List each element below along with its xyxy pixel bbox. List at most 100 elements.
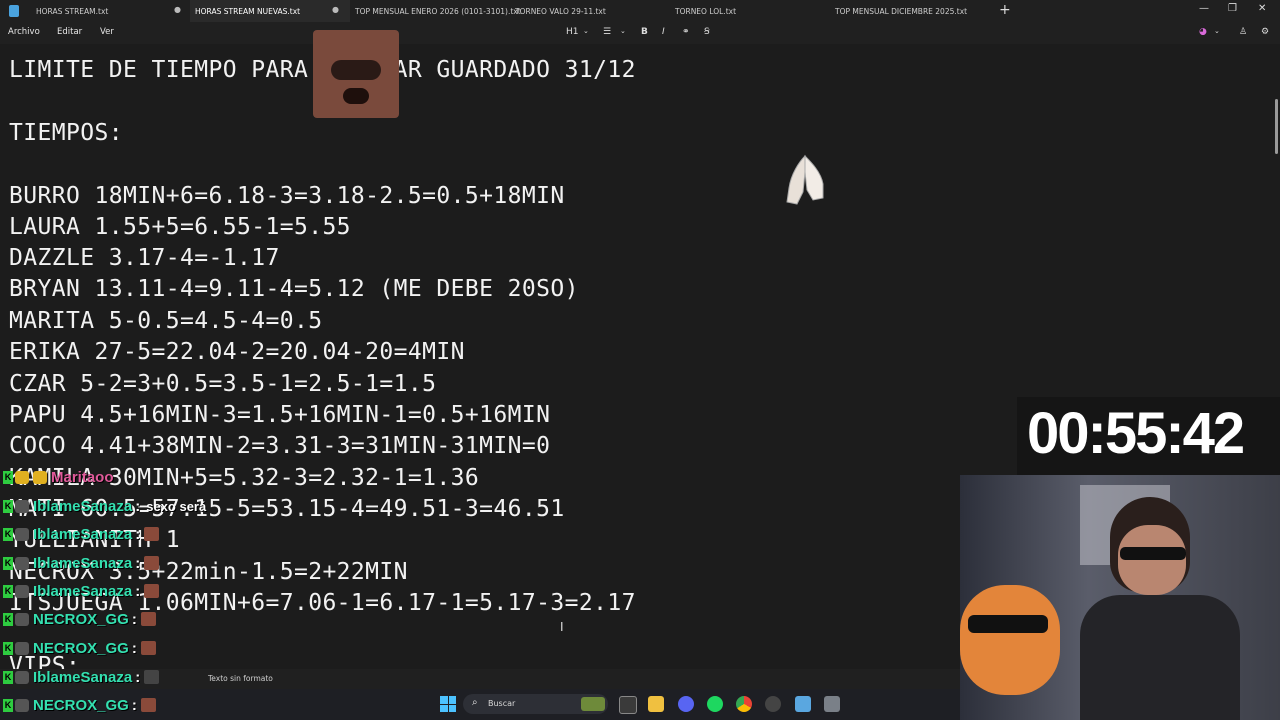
tab-horas-stream[interactable]: HORAS STREAM.txt ● — [36, 0, 191, 22]
chat-text: sexo será — [146, 498, 207, 514]
editor-line[interactable]: TIEMPOS: — [9, 120, 123, 146]
notepad-app-icon — [9, 5, 19, 17]
unsaved-dot-icon[interactable]: ● — [332, 5, 339, 14]
editor-line[interactable]: COCO 4.41+38MIN-2=3.31-3=31MIN-31MIN=0 — [9, 433, 550, 459]
chat-colon: : — [131, 639, 137, 657]
editor-line[interactable]: BURRO 18MIN+6=6.18-3=3.18-2.5=0.5+18MIN — [9, 183, 565, 209]
kick-badge-icon: K — [3, 612, 13, 626]
chat-message: K IblameSanaza : — [3, 666, 160, 688]
chat-message: K NECROX_GG : — [3, 637, 156, 659]
kick-badge-icon: K — [3, 641, 13, 655]
discord-icon[interactable] — [678, 696, 694, 712]
search-icon: ⌕ — [472, 697, 478, 708]
chat-username: IblameSanaza — [33, 525, 133, 543]
editor-line[interactable]: DAZZLE 3.17-4=-1.17 — [9, 245, 280, 271]
chat-colon: : — [131, 696, 137, 714]
emote-icon — [140, 698, 156, 712]
editor-line[interactable]: CZAR 5-2=3+0.5=3.5-1=2.5-1=1.5 — [9, 371, 436, 397]
settings-gear-icon[interactable]: ⚙ — [1261, 27, 1269, 37]
notepad-icon[interactable] — [795, 696, 811, 712]
chrome-icon[interactable] — [736, 696, 752, 712]
obs-icon[interactable] — [765, 696, 781, 712]
taskbar-search[interactable]: ⌕ Buscar — [463, 694, 608, 714]
user-badge-icon — [15, 612, 29, 626]
editor-line[interactable]: ERIKA 27-5=22.04-2=20.04-20=4MIN — [9, 339, 465, 365]
kick-badge-icon: K — [3, 556, 13, 570]
chat-message: K Maritaoo — [3, 466, 114, 488]
editor-line[interactable]: LAURA 1.55+5=6.55-1=5.55 — [9, 214, 351, 240]
chat-colon: : — [135, 497, 141, 515]
tab-label: TORNEO LOL.txt — [675, 6, 737, 16]
vertical-scrollbar[interactable] — [1275, 99, 1278, 154]
clear-format-icon[interactable]: Ꞩ — [704, 27, 710, 37]
user-badge-icon — [15, 641, 29, 655]
minimize-icon[interactable]: — — [1199, 3, 1209, 14]
spotify-icon[interactable] — [707, 696, 723, 712]
chevron-down-icon[interactable]: ⌄ — [583, 27, 589, 35]
bold-button[interactable]: B — [641, 27, 648, 37]
emote-icon — [144, 527, 160, 541]
tab-torneo-valo[interactable]: TORNEO VALO 29-11.txt — [515, 0, 670, 22]
tab-torneo-lol[interactable]: TORNEO LOL.txt — [675, 0, 830, 22]
chat-message: K IblameSanaza : — [3, 580, 160, 602]
user-badge-icon — [15, 556, 29, 570]
windows-start-icon[interactable] — [440, 696, 456, 712]
account-icon[interactable]: ♙ — [1239, 27, 1247, 37]
list-icon[interactable]: ☰ — [603, 27, 611, 37]
tab-top-mensual-diciembre[interactable]: TOP MENSUAL DICIEMBRE 2025.txt — [835, 0, 990, 22]
kick-badge-icon: K — [3, 527, 13, 541]
chat-colon: : — [135, 554, 141, 572]
unsaved-dot-icon[interactable]: ● — [174, 5, 181, 14]
kick-badge-icon: K — [3, 698, 13, 712]
new-tab-icon[interactable]: + — [999, 2, 1011, 18]
tab-horas-stream-nuevas[interactable]: HORAS STREAM NUEVAS.txt ● — [190, 0, 350, 22]
search-placeholder: Buscar — [488, 699, 516, 708]
editor-line[interactable]: PAPU 4.5+16MIN-3=1.5+16MIN-1=0.5+16MIN — [9, 402, 550, 428]
emote-icon — [144, 670, 160, 684]
tab-bar: HORAS STREAM.txt ● HORAS STREAM NUEVAS.t… — [0, 0, 1280, 22]
editor-line[interactable]: MARITA 5-0.5=4.5-4=0.5 — [9, 308, 322, 334]
chat-username: IblameSanaza — [33, 497, 133, 515]
menu-ver[interactable]: Ver — [100, 27, 114, 37]
chat-username: NECROX_GG — [33, 696, 129, 714]
user-badge-icon — [15, 584, 29, 598]
file-explorer-icon[interactable] — [648, 696, 664, 712]
chat-message: K IblameSanaza : sexo será — [3, 495, 206, 517]
menu-editar[interactable]: Editar — [57, 27, 82, 37]
tab-label: HORAS STREAM NUEVAS.txt — [195, 6, 301, 16]
format-indicator[interactable]: Texto sin formato — [208, 674, 273, 683]
italic-button[interactable]: I — [662, 27, 665, 37]
link-icon[interactable]: ⚭ — [682, 27, 690, 37]
user-badge-icon — [15, 698, 29, 712]
emote-icon — [144, 584, 160, 598]
kick-badge-icon: K — [3, 584, 13, 598]
copilot-icon[interactable]: ◕ — [1199, 27, 1207, 37]
tab-label: TORNEO VALO 29-11.txt — [515, 6, 606, 16]
tab-label: TOP MENSUAL DICIEMBRE 2025.txt — [835, 6, 968, 16]
calculator-icon[interactable] — [824, 696, 840, 712]
editor-line[interactable]: BRYAN 13.11-4=9.11-4=5.12 (ME DEBE 20SO) — [9, 276, 579, 302]
chat-message: K IblameSanaza : — [3, 523, 160, 545]
kick-badge-icon: K — [3, 670, 13, 684]
emote-icon — [140, 612, 156, 626]
tab-label: TOP MENSUAL ENERO 2026 (0101-3101).txt — [355, 6, 521, 16]
chat-colon: : — [135, 582, 141, 600]
chat-message: K NECROX_GG : — [3, 608, 156, 630]
close-icon[interactable]: ✕ — [1258, 3, 1266, 14]
chat-colon: : — [135, 525, 141, 543]
subscriber-badge-icon — [15, 470, 29, 484]
stream-timer: 00:55:42 — [1027, 401, 1245, 466]
gift-badge-icon — [33, 470, 47, 484]
chat-username: IblameSanaza — [33, 582, 133, 600]
restore-icon[interactable]: ❐ — [1228, 3, 1237, 14]
chat-username: Maritaoo — [51, 468, 114, 486]
chevron-down-icon[interactable]: ⌄ — [620, 27, 626, 35]
heading-dropdown[interactable]: H1 — [566, 27, 579, 37]
chevron-down-icon[interactable]: ⌄ — [1214, 27, 1220, 35]
chat-colon: : — [135, 668, 141, 686]
menu-archivo[interactable]: Archivo — [8, 27, 40, 37]
search-highlight-icon — [581, 697, 605, 711]
menu-bar: Archivo Editar Ver H1 ⌄ ☰ ⌄ B I ⚭ Ꞩ ◕ ⌄ … — [0, 22, 1280, 44]
task-view-icon[interactable] — [619, 696, 637, 714]
tab-top-mensual-enero[interactable]: TOP MENSUAL ENERO 2026 (0101-3101).txt — [355, 0, 521, 22]
